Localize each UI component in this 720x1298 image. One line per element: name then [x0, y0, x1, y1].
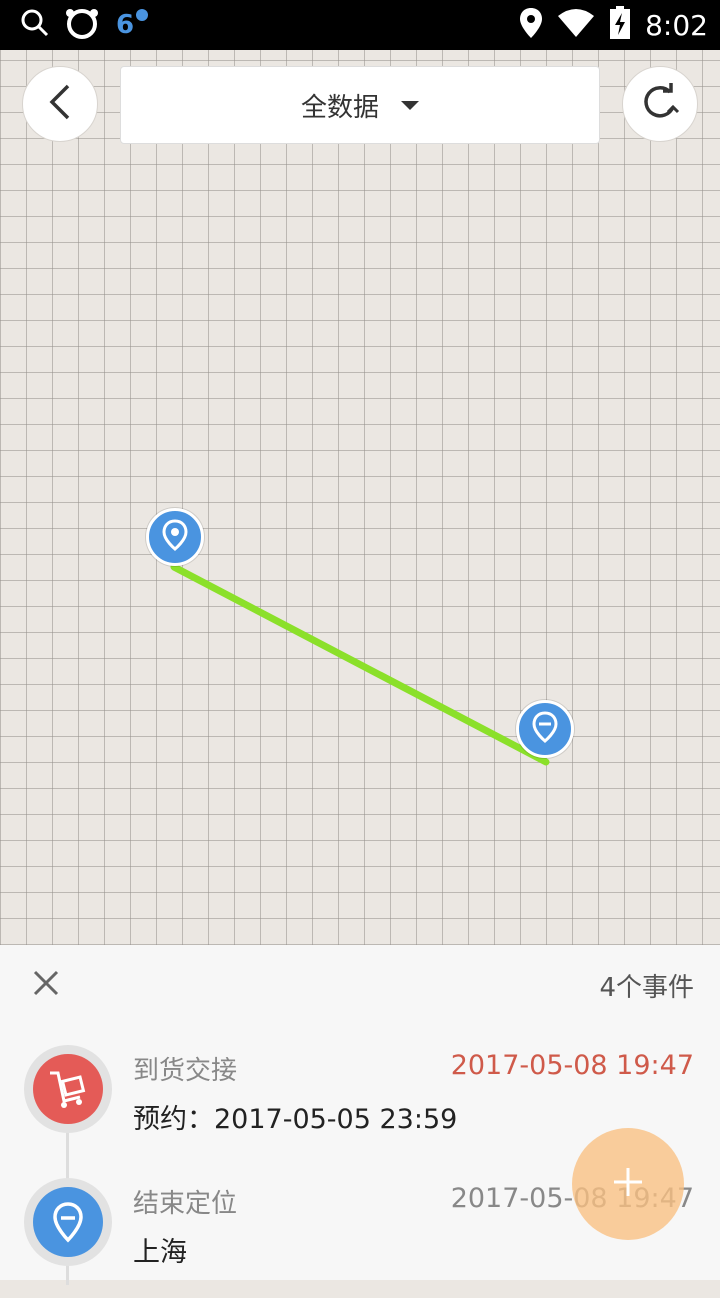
360-app-icon: 6: [114, 7, 150, 43]
close-panel-button[interactable]: [28, 967, 64, 1003]
event-detail: 上海: [133, 1237, 187, 1268]
route-line: [170, 563, 550, 766]
end-location-marker[interactable]: [516, 700, 574, 758]
battery-charging-icon: [609, 6, 631, 44]
refresh-button[interactable]: [622, 66, 698, 142]
location-pin-icon: [162, 519, 188, 555]
location-end-icon: [532, 711, 558, 747]
event-icon-container: [24, 1178, 112, 1266]
event-detail: 预约：2017-05-05 23:59: [133, 1104, 458, 1135]
status-bar: 6 8:02: [0, 0, 720, 50]
data-filter-dropdown[interactable]: 全数据: [120, 66, 600, 144]
search-icon: [20, 8, 50, 42]
start-location-marker[interactable]: [146, 508, 204, 566]
event-icon-container: [24, 1045, 112, 1133]
chevron-left-icon: [46, 82, 74, 126]
caret-down-icon: [401, 100, 419, 110]
location-icon: [519, 7, 543, 43]
map-view[interactable]: 全数据: [0, 50, 720, 945]
svg-text:6: 6: [116, 10, 134, 39]
wifi-icon: [557, 8, 595, 42]
event-title: 到货交接: [133, 1056, 238, 1086]
dropdown-selected-value: 全数据: [300, 92, 379, 123]
location-end-icon: [33, 1187, 103, 1257]
event-title: 结束定位: [133, 1189, 238, 1219]
plus-icon: [608, 1162, 648, 1206]
event-count: 4个事件: [599, 973, 694, 1003]
close-icon: [32, 969, 60, 1001]
event-time: 2017-05-08 19:47: [450, 1050, 694, 1081]
cart-icon: [33, 1054, 103, 1124]
add-event-button[interactable]: [572, 1128, 684, 1240]
refresh-icon: [640, 82, 680, 126]
bear-app-icon: [64, 7, 100, 43]
status-time: 8:02: [645, 8, 708, 42]
back-button[interactable]: [22, 66, 98, 142]
